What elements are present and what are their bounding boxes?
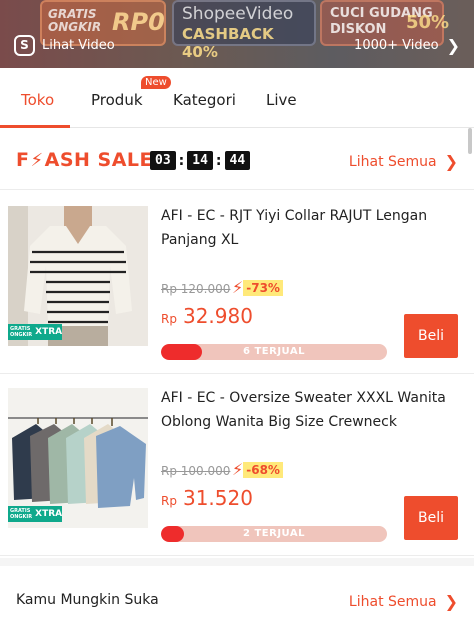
flash-sale-header: F ⚡ ASH SALE 03 : 14 : 44 Lihat Semua ❯ [0,132,474,190]
chevron-right-icon: ❯ [446,35,460,55]
lightning-icon: ⚡ [232,460,244,479]
lightning-icon: ⚡ [30,149,44,171]
badge-small-text: GRATIS ONGKIR [10,326,33,338]
view-video-link[interactable]: S Lihat Video [14,34,115,56]
discount-tag: ⚡ -73% [232,278,283,297]
recommendation-header: Kamu Mungkin Suka Lihat Semua ❯ [0,574,474,632]
timer-minutes: 14 [187,151,213,170]
original-price: Rp 120.000 [161,282,231,296]
active-tab-indicator [0,125,70,128]
shopee-video-icon: S [14,34,35,56]
buy-button[interactable]: Beli [404,314,458,358]
sold-progress-bar: 2 TERJUAL [161,526,387,542]
free-shipping-xtra-badge: GRATIS ONGKIR XTRA [8,506,62,522]
promo3-big: 50% [406,12,450,33]
section-divider [0,558,474,566]
chevron-right-icon: ❯ [444,152,458,171]
discount-percent: -68% [243,461,283,478]
see-all-label: Lihat Semua [348,153,437,170]
tab-live[interactable]: Live [266,91,297,109]
discount-percent: -73% [243,279,283,296]
promo1-line1: GRATIS [48,7,97,21]
tab-kategori[interactable]: Kategori [173,91,236,109]
flash-sale-see-all[interactable]: Lihat Semua ❯ [349,152,458,171]
lightning-icon: ⚡ [232,278,244,297]
product-name[interactable]: AFI - EC - Oversize Sweater XXXL Wanita … [161,386,451,434]
promo-shopee-video: ShopeeVideo CASHBACK 40% [172,0,316,61]
product-name[interactable]: AFI - EC - RJT Yiyi Collar RAJUT Lengan … [161,204,451,252]
flash-sale-title-part2: ASH SALE [44,149,154,171]
flash-sale-logo: F ⚡ ASH SALE [16,149,153,171]
recommendation-see-all[interactable]: Lihat Semua ❯ [349,592,458,611]
product-image[interactable]: GRATIS ONGKIR XTRA [8,388,148,528]
shop-page: GRATIS ONGKIR RP0 ShopeeVideo CASHBACK 40… [0,0,474,632]
free-shipping-xtra-badge: GRATIS ONGKIR XTRA [8,324,62,340]
badge-big-text: XTRA [35,327,63,337]
timer-hours: 03 [150,151,176,170]
discount-tag: ⚡ -68% [232,460,283,479]
see-all-label: Lihat Semua [348,593,437,610]
promo2-title: ShopeeVideo [182,4,294,24]
product-card[interactable]: GRATIS ONGKIR XTRA AFI - EC - Oversize S… [0,376,474,556]
promo1-big: RP0 [112,8,165,36]
badge-big-text: XTRA [35,509,63,519]
promo2-sub: CASHBACK 40% [182,25,274,61]
tab-produk[interactable]: Produk [91,91,143,109]
buy-button[interactable]: Beli [404,496,458,540]
original-price: Rp 100.000 [161,464,231,478]
price-value: 31.520 [182,486,253,510]
promo1-line2: ONGKIR [48,20,102,34]
video-banner[interactable]: GRATIS ONGKIR RP0 ShopeeVideo CASHBACK 40… [0,0,474,68]
product-image[interactable]: GRATIS ONGKIR XTRA [8,206,148,346]
sale-price: Rp 31.520 [161,486,253,510]
video-count-link[interactable]: 1000+ Video ❯ [354,34,460,56]
chevron-right-icon: ❯ [444,592,458,611]
sale-price: Rp 32.980 [161,304,253,328]
sold-progress-bar: 6 TERJUAL [161,344,387,360]
timer-seconds: 44 [224,151,251,170]
tab-toko[interactable]: Toko [21,91,54,109]
currency: Rp [161,494,177,508]
recommendation-title: Kamu Mungkin Suka [16,592,159,608]
badge-small-text: GRATIS ONGKIR [10,508,33,520]
product-card[interactable]: GRATIS ONGKIR XTRA AFI - EC - RJT Yiyi C… [0,194,474,374]
countdown-timer: 03 : 14 : 44 [150,151,251,170]
sold-count-label: 6 TERJUAL [243,346,305,357]
sold-count-label: 2 TERJUAL [243,528,305,539]
price-value: 32.980 [182,304,253,328]
video-count-label: 1000+ Video [354,37,439,53]
currency: Rp [161,312,177,326]
flash-sale-title-part1: F [16,149,30,171]
view-video-label: Lihat Video [42,37,115,53]
new-badge: New [141,76,171,89]
shop-tabs: Toko Produk New Kategori Live [0,70,474,128]
